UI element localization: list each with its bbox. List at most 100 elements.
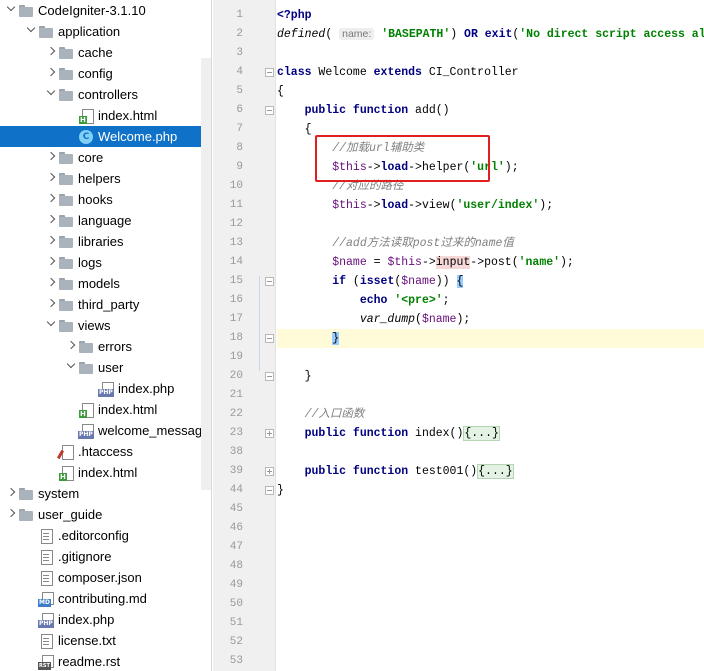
tree-folder-config[interactable]: config	[0, 63, 211, 84]
collapse-fold-icon[interactable]	[265, 372, 274, 381]
folded-code-placeholder[interactable]: {...}	[477, 464, 514, 479]
chevron-right-icon[interactable]	[46, 63, 58, 84]
chevron-right-icon[interactable]	[46, 189, 58, 210]
folder-icon	[58, 213, 74, 229]
tree-file-index-html[interactable]: index.html	[0, 462, 211, 483]
chevron-down-icon[interactable]	[6, 0, 18, 21]
collapse-fold-icon[interactable]	[265, 68, 274, 77]
tree-folder-logs[interactable]: logs	[0, 252, 211, 273]
tree-folder-core[interactable]: core	[0, 147, 211, 168]
tree-folder-errors[interactable]: errors	[0, 336, 211, 357]
chevron-right-icon[interactable]	[46, 231, 58, 252]
tree-file-composer-json[interactable]: composer.json	[0, 567, 211, 588]
collapse-fold-icon[interactable]	[265, 277, 274, 286]
line-number: 15	[229, 275, 243, 287]
code-editor[interactable]: 1 2 3 4 5 6 7 8 9 10 11 12 13 14 15 16 17 18 19 20 21 22 23 38 3…	[213, 0, 704, 671]
tree-file-welcome-message-php[interactable]: welcome_message.php	[0, 420, 211, 441]
folder-icon	[18, 486, 34, 502]
chevron-right-icon[interactable]	[46, 273, 58, 294]
code-line[interactable]: <?php	[277, 6, 312, 25]
collapse-fold-icon[interactable]	[265, 486, 274, 495]
code-line[interactable]: $this->load->view('user/index');	[277, 196, 553, 215]
tree-folder-helpers[interactable]: helpers	[0, 168, 211, 189]
collapse-fold-icon[interactable]	[265, 334, 274, 343]
collapse-fold-icon[interactable]	[265, 106, 274, 115]
tree-item-label: index.php	[58, 612, 115, 627]
code-line[interactable]: var_dump($name);	[277, 310, 470, 329]
code-line[interactable]: defined( name: 'BASEPATH') OR exit('No d…	[277, 25, 704, 44]
chevron-right-icon[interactable]	[46, 210, 58, 231]
tree-folder-hooks[interactable]: hooks	[0, 189, 211, 210]
code-line[interactable]: {	[277, 120, 312, 139]
chevron-down-icon[interactable]	[46, 84, 58, 105]
code-line[interactable]: public function index(){...}	[277, 424, 500, 443]
chevron-right-icon[interactable]	[46, 147, 58, 168]
tree-file-index-html[interactable]: index.html	[0, 105, 211, 126]
tree-folder-language[interactable]: language	[0, 210, 211, 231]
tree-file--htaccess[interactable]: .htaccess	[0, 441, 211, 462]
code-token: (	[346, 275, 360, 288]
tree-item-label: core	[78, 150, 104, 165]
tree-file-index-php[interactable]: index.php	[0, 609, 211, 630]
code-line[interactable]: public function test001(){...}	[277, 462, 514, 481]
code-line[interactable]: $this->load->helper('url');	[277, 158, 518, 177]
chevron-right-icon[interactable]	[6, 483, 18, 504]
line-number-gutter: 1 2 3 4 5 6 7 8 9 10 11 12 13 14 15 16 17 18 19 20 21 22 23 38 3…	[213, 0, 276, 671]
tree-folder-user[interactable]: user	[0, 357, 211, 378]
code-line[interactable]: //对应的路径	[277, 177, 403, 196]
code-line[interactable]: {	[277, 82, 284, 101]
code-line[interactable]: if (isset($name)) {	[277, 272, 464, 291]
chevron-right-icon[interactable]	[66, 336, 78, 357]
tree-folder-libraries[interactable]: libraries	[0, 231, 211, 252]
tree-file-index-html[interactable]: index.html	[0, 399, 211, 420]
tree-file-index-php[interactable]: index.php	[0, 378, 211, 399]
code-line[interactable]: class Welcome extends CI_Controller	[277, 63, 519, 82]
line-number: 51	[229, 617, 243, 629]
expand-fold-icon[interactable]	[265, 467, 274, 476]
tree-file-contributing-md[interactable]: contributing.md	[0, 588, 211, 609]
chevron-right-icon[interactable]	[46, 42, 58, 63]
chevron-right-icon[interactable]	[46, 252, 58, 273]
code-line[interactable]: //加载url辅助类	[277, 139, 424, 158]
tree-folder-views[interactable]: views	[0, 315, 211, 336]
code-line[interactable]: public function add()	[277, 101, 450, 120]
tree-file-readme-rst[interactable]: readme.rst	[0, 651, 211, 671]
chevron-down-icon[interactable]	[66, 357, 78, 378]
tree-file--gitignore[interactable]: .gitignore	[0, 546, 211, 567]
tree-scrollbar[interactable]	[201, 58, 211, 490]
tree-folder-codeigniter-3-1-10[interactable]: CodeIgniter-3.1.10	[0, 0, 211, 21]
tree-folder-user-guide[interactable]: user_guide	[0, 504, 211, 525]
code-line[interactable]: }	[277, 329, 704, 348]
tree-item-label: system	[38, 486, 80, 501]
chevron-right-icon[interactable]	[46, 294, 58, 315]
tree-folder-cache[interactable]: cache	[0, 42, 211, 63]
tree-folder-system[interactable]: system	[0, 483, 211, 504]
code-line[interactable]: }	[277, 367, 312, 386]
code-line[interactable]: echo '<pre>';	[277, 291, 450, 310]
line-number: 21	[229, 389, 243, 401]
chevron-down-icon[interactable]	[26, 21, 38, 42]
tree-folder-third-party[interactable]: third_party	[0, 294, 211, 315]
tree-file--editorconfig[interactable]: .editorconfig	[0, 525, 211, 546]
code-line[interactable]: $name = $this->input->post('name');	[277, 253, 574, 272]
tree-folder-models[interactable]: models	[0, 273, 211, 294]
tree-folder-controllers[interactable]: controllers	[0, 84, 211, 105]
tree-folder-application[interactable]: application	[0, 21, 211, 42]
chevron-right-icon[interactable]	[46, 168, 58, 189]
chevron-right-icon[interactable]	[6, 504, 18, 525]
tree-item-label: .editorconfig	[58, 528, 129, 543]
code-line[interactable]: //入口函数	[277, 405, 365, 424]
tree-file-license-txt[interactable]: license.txt	[0, 630, 211, 651]
folded-code-placeholder[interactable]: {...}	[463, 426, 500, 441]
code-line[interactable]: }	[277, 481, 284, 500]
chevron-down-icon[interactable]	[46, 315, 58, 336]
expand-fold-icon[interactable]	[265, 429, 274, 438]
code-line[interactable]: //add方法读取post过来的name值	[277, 234, 514, 253]
tree-file-welcome-php[interactable]: Welcome.php	[0, 126, 211, 147]
code-area[interactable]: <?php defined( name: 'BASEPATH') OR exit(…	[277, 0, 704, 671]
